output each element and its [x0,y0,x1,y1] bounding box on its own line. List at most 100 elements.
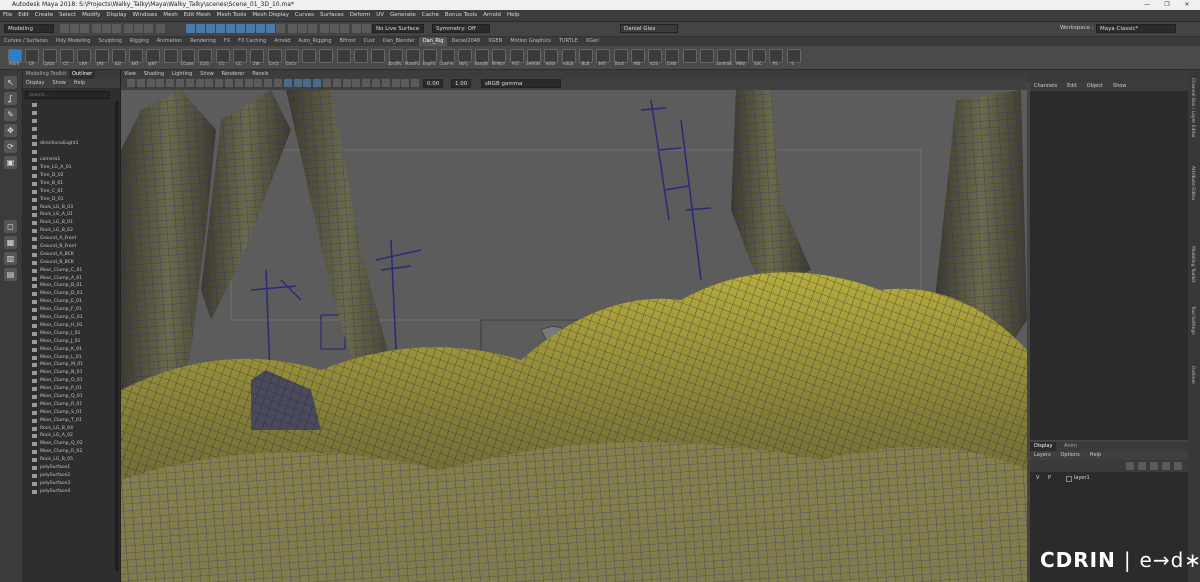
status-tool-12-icon[interactable] [196,24,205,33]
menu-help[interactable]: Help [504,10,523,21]
status-tool-23-icon[interactable] [308,24,317,33]
outliner-scrollbar[interactable] [115,101,119,571]
menu-cache[interactable]: Cache [419,10,442,21]
two-pane-icon[interactable]: ▥ [4,252,17,265]
shelf-tab-animation[interactable]: Animation [153,37,187,46]
viewport-tool-6-icon[interactable] [176,79,184,87]
outliner-item[interactable] [23,125,115,133]
side-tab-tool-settings[interactable]: Tool Settings [1190,306,1195,335]
outliner-item[interactable]: Rock_LG_B_04 [23,425,115,433]
menu-surfaces[interactable]: Surfaces [317,10,347,21]
status-tool-10-icon[interactable] [156,24,165,33]
outliner-item[interactable] [23,109,115,117]
viewport-tool-5-icon[interactable] [166,79,175,87]
visibility-toggle[interactable]: V [1036,474,1039,483]
menu-mesh-tools[interactable]: Mesh Tools [214,10,250,21]
menu-bonus-tools[interactable]: Bonus Tools [442,10,480,21]
outliner-item[interactable]: Moss_Clump_O_01 [23,377,115,385]
outliner-item[interactable]: Moss_Clump_C_01 [23,267,115,275]
status-tool-15-icon[interactable] [226,24,235,33]
paint-select-icon[interactable]: ✎ [4,108,17,121]
menu-generate[interactable]: Generate [387,10,419,21]
status-tool-19-icon[interactable] [266,24,275,33]
outliner-item[interactable]: Tree_B_01 [23,180,115,188]
four-pane-icon[interactable]: ▦ [4,236,17,249]
shelf-tool-41-icon[interactable] [700,49,714,63]
viewport-tool-22-icon[interactable] [332,79,341,87]
shelf-tab-curves-surfaces[interactable]: Curves / Surfaces [0,37,52,46]
shelf-tab-dan-blender[interactable]: Dan_Blender [379,37,419,46]
close-button[interactable]: ✕ [1180,0,1194,10]
viewport-tool-9-icon[interactable] [205,79,214,87]
outliner-item[interactable]: Moss_Clump_N_01 [23,369,115,377]
shelf-tab-daniel2048[interactable]: Daniel2048 [447,37,484,46]
shelf-tool-40-icon[interactable] [682,49,697,63]
channel-box-menu-edit[interactable]: Edit [1063,82,1081,91]
outliner-item[interactable]: Rock_LG_A_02 [23,432,115,440]
viewport-tool-20-icon[interactable] [313,79,322,87]
menu-modify[interactable]: Modify [79,10,103,21]
outliner-item[interactable]: Moss_Clump_L_01 [23,354,115,362]
outliner-item[interactable]: Moss_Clump_D_01 [23,290,115,298]
layer-options-icon[interactable] [1174,462,1182,470]
tab-anim[interactable]: Anim [1060,442,1081,451]
side-tab-modeling-toolkit[interactable]: Modeling Toolkit [1190,246,1195,282]
viewport-menu-renderer[interactable]: Renderer [219,70,248,78]
viewport-tool-28-icon[interactable] [391,79,400,87]
rotate-tool-icon[interactable]: ⟳ [4,140,17,153]
outliner-item[interactable]: Moss_Clump_E_01 [23,298,115,306]
move-tool-icon[interactable]: ✥ [4,124,17,137]
live-surface-field[interactable]: No Live Surface [372,24,424,33]
outliner-item[interactable]: Moss_Clump_J_01 [23,338,115,346]
viewport-tool-27-icon[interactable] [381,79,390,87]
status-tool-11-icon[interactable] [186,24,195,33]
viewport-tool-25-icon[interactable] [362,79,371,87]
viewport-tool-4-icon[interactable] [156,79,165,87]
scale-tool-icon[interactable]: ▣ [4,156,17,169]
status-tool-20-icon[interactable] [276,24,285,33]
outliner-item[interactable]: Moss_Clump_G_01 [23,314,115,322]
status-tool-1-icon[interactable] [60,24,69,33]
menu-deform[interactable]: Deform [347,10,373,21]
layer-color-swatch[interactable] [1066,476,1072,482]
outliner-item[interactable] [23,133,115,141]
channel-box-menu-object[interactable]: Object [1083,82,1107,91]
outliner-item[interactable]: polySurface4 [23,488,115,496]
minimize-button[interactable]: — [1140,0,1154,10]
viewport-tool-11-icon[interactable] [225,79,233,87]
tab-outliner[interactable]: Outliner [69,70,96,79]
outliner-item[interactable] [23,101,115,109]
status-tool-16-icon[interactable] [236,24,245,33]
outliner-item[interactable]: polySurface1 [23,464,115,472]
outliner-item[interactable]: polySurface2 [23,472,115,480]
menu-display[interactable]: Display [103,10,129,21]
viewport-tool-1-icon[interactable] [127,79,135,87]
menu-arnold[interactable]: Arnold [480,10,504,21]
outliner-menu-help[interactable]: Help [71,79,88,88]
status-tool-27-icon[interactable] [352,24,361,33]
viewport-tool-2-icon[interactable] [136,79,145,87]
viewport-menu-view[interactable]: View [121,70,139,78]
shelf-tab-bifrost[interactable]: Bifrost [335,37,359,46]
menu-uv[interactable]: UV [373,10,387,21]
status-tool-28-icon[interactable] [362,24,371,33]
outliner-item[interactable]: Moss_Clump_Q_02 [23,440,115,448]
outliner-item[interactable]: Moss_Clump_Q_01 [23,393,115,401]
shelf-tab-cust[interactable]: Cust [360,37,379,46]
viewport-tool-8-icon[interactable] [195,79,204,87]
user-account[interactable]: Daniel Gies [620,24,678,33]
status-tool-6-icon[interactable] [112,24,121,33]
status-tool-21-icon[interactable] [288,24,297,33]
outliner-item[interactable]: Rock_LG_B_02 [23,227,115,235]
move-down-icon[interactable] [1138,462,1146,470]
outliner-item[interactable]: Moss_Clump_I_01 [23,330,115,338]
menu-edit[interactable]: Edit [15,10,32,21]
menu-edit-mesh[interactable]: Edit Mesh [181,10,214,21]
shelf-tool-18-icon[interactable] [302,49,317,63]
color-space-dropdown[interactable]: sRGB gamma [481,79,561,88]
status-tool-8-icon[interactable] [134,24,143,33]
tab-display[interactable]: Display [1030,442,1057,451]
shelf-tab-xgen[interactable]: XGEN [484,37,506,46]
outliner-item[interactable]: Rock_LG_B_05 [23,456,115,464]
outliner-item[interactable]: Moss_Clump_B_01 [23,282,115,290]
